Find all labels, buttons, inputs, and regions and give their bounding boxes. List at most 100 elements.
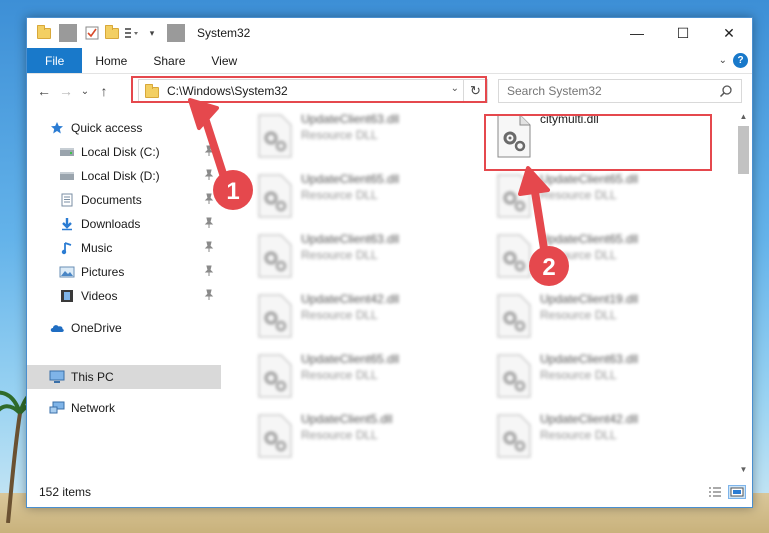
music-icon [59, 241, 75, 255]
scroll-down-icon[interactable]: ▼ [735, 461, 752, 478]
sidebar-item-label: Videos [81, 289, 118, 303]
sidebar-item-videos[interactable]: Videos [27, 284, 221, 308]
download-icon [59, 217, 75, 231]
file-highlight [484, 114, 712, 171]
folder-icon[interactable] [35, 24, 53, 42]
up-button[interactable]: ↑ [93, 79, 115, 103]
tab-view[interactable]: View [198, 48, 250, 73]
file-item[interactable]: UpdateClient63.dll Resource DLL [249, 228, 469, 286]
file-name: UpdateClient19.dll [540, 292, 639, 306]
file-name: UpdateClient65.dll [301, 172, 400, 186]
forward-button[interactable]: → [55, 79, 77, 103]
recent-locations-button[interactable]: ⌄ [77, 79, 93, 103]
tab-home[interactable]: Home [82, 48, 140, 73]
file-type: Resource DLL [301, 308, 378, 322]
file-type: Resource DLL [301, 188, 378, 202]
sidebar-item-label: This PC [71, 370, 114, 384]
search-box[interactable] [498, 79, 742, 103]
tab-file[interactable]: File [27, 48, 83, 73]
properties-icon[interactable] [83, 24, 101, 42]
address-bar-highlight [131, 76, 487, 103]
documents-icon [59, 193, 75, 207]
sidebar-item-documents[interactable]: Documents [27, 188, 221, 212]
file-type: Resource DLL [540, 248, 617, 262]
ribbon-right-controls: ⌄ ? [719, 48, 752, 73]
file-item[interactable]: UpdateClient63.dll Resource DLL [249, 108, 469, 166]
maximize-button[interactable]: ☐ [660, 18, 706, 48]
sidebar-item-label: Local Disk (C:) [81, 145, 160, 159]
tiles-view-icon[interactable] [728, 485, 746, 499]
pin-icon[interactable] [203, 241, 215, 253]
file-item[interactable]: UpdateClient19.dll Resource DLL [488, 288, 708, 346]
view-toggle [706, 485, 746, 499]
file-type: Resource DLL [301, 428, 378, 442]
chevron-down-icon[interactable]: ▾ [143, 24, 161, 42]
file-name: UpdateClient65.dll [540, 172, 639, 186]
file-item[interactable]: UpdateClient63.dll Resource DLL [488, 348, 708, 406]
sidebar-item-onedrive[interactable]: OneDrive [27, 316, 221, 340]
dll-file-icon [258, 294, 292, 338]
search-icon[interactable] [719, 84, 733, 98]
star-icon [49, 121, 65, 135]
file-item[interactable]: UpdateClient5.dll Resource DLL [249, 408, 469, 466]
scroll-thumb[interactable] [738, 126, 749, 174]
file-type: Resource DLL [540, 308, 617, 322]
scroll-up-icon[interactable]: ▲ [735, 108, 752, 125]
network-icon [49, 401, 65, 415]
file-item[interactable]: UpdateClient65.dll Resource DLL [488, 228, 708, 286]
dll-file-icon [258, 414, 292, 458]
file-name: UpdateClient5.dll [301, 412, 393, 426]
file-type: Resource DLL [301, 248, 378, 262]
search-input[interactable] [507, 84, 717, 98]
pin-icon[interactable] [203, 193, 215, 205]
dll-file-icon [497, 354, 531, 398]
sidebar-item-network[interactable]: Network [27, 396, 221, 420]
window-title: System32 [197, 26, 251, 40]
dll-file-icon [497, 174, 531, 218]
tab-share[interactable]: Share [140, 48, 198, 73]
pin-icon[interactable] [203, 265, 215, 277]
minimize-button[interactable]: — [614, 18, 660, 48]
toolbar-divider [167, 24, 185, 42]
drive-icon [59, 145, 75, 159]
pin-icon[interactable] [203, 145, 215, 157]
expand-ribbon-icon[interactable]: ⌄ [719, 55, 727, 66]
sidebar-item-downloads[interactable]: Downloads [27, 212, 221, 236]
pin-icon[interactable] [203, 169, 215, 181]
file-name: UpdateClient65.dll [540, 232, 639, 246]
file-type: Resource DLL [540, 428, 617, 442]
pictures-icon [59, 265, 75, 279]
vertical-scrollbar[interactable]: ▲ ▼ [735, 108, 752, 478]
new-folder-icon[interactable] [103, 24, 121, 42]
sidebar-item-pictures[interactable]: Pictures [27, 260, 221, 284]
dll-file-icon [497, 294, 531, 338]
details-view-icon[interactable] [706, 485, 724, 499]
close-button[interactable]: ✕ [706, 18, 752, 48]
sidebar-item-local-disk-c[interactable]: Local Disk (C:) [27, 140, 221, 164]
file-item[interactable]: UpdateClient65.dll Resource DLL [249, 168, 469, 226]
monitor-icon [49, 370, 65, 384]
file-item[interactable]: UpdateClient42.dll Resource DLL [249, 288, 469, 346]
pin-icon[interactable] [203, 217, 215, 229]
file-name: UpdateClient63.dll [540, 352, 639, 366]
drive-icon [59, 169, 75, 183]
file-item[interactable]: UpdateClient42.dll Resource DLL [488, 408, 708, 466]
dll-file-icon [497, 234, 531, 278]
file-item[interactable]: UpdateClient65.dll Resource DLL [488, 168, 708, 226]
sidebar-item-quick-access[interactable]: Quick access [27, 116, 221, 140]
help-icon[interactable]: ? [733, 53, 748, 68]
sidebar-item-music[interactable]: Music [27, 236, 221, 260]
customize-toolbar-icon[interactable] [123, 24, 141, 42]
sidebar-item-label: Quick access [71, 121, 143, 135]
file-item[interactable]: UpdateClient65.dll Resource DLL [249, 348, 469, 406]
sidebar-item-this-pc[interactable]: This PC [27, 365, 221, 389]
sidebar-item-label: Music [81, 241, 113, 255]
pin-icon[interactable] [203, 289, 215, 301]
window-controls: — ☐ ✕ [614, 18, 752, 48]
sidebar-item-local-disk-d[interactable]: Local Disk (D:) [27, 164, 221, 188]
dll-file-icon [497, 414, 531, 458]
back-button[interactable]: ← [33, 79, 55, 103]
sidebar-item-label: OneDrive [71, 321, 122, 335]
sidebar-item-label: Pictures [81, 265, 125, 279]
file-type: Resource DLL [540, 188, 617, 202]
